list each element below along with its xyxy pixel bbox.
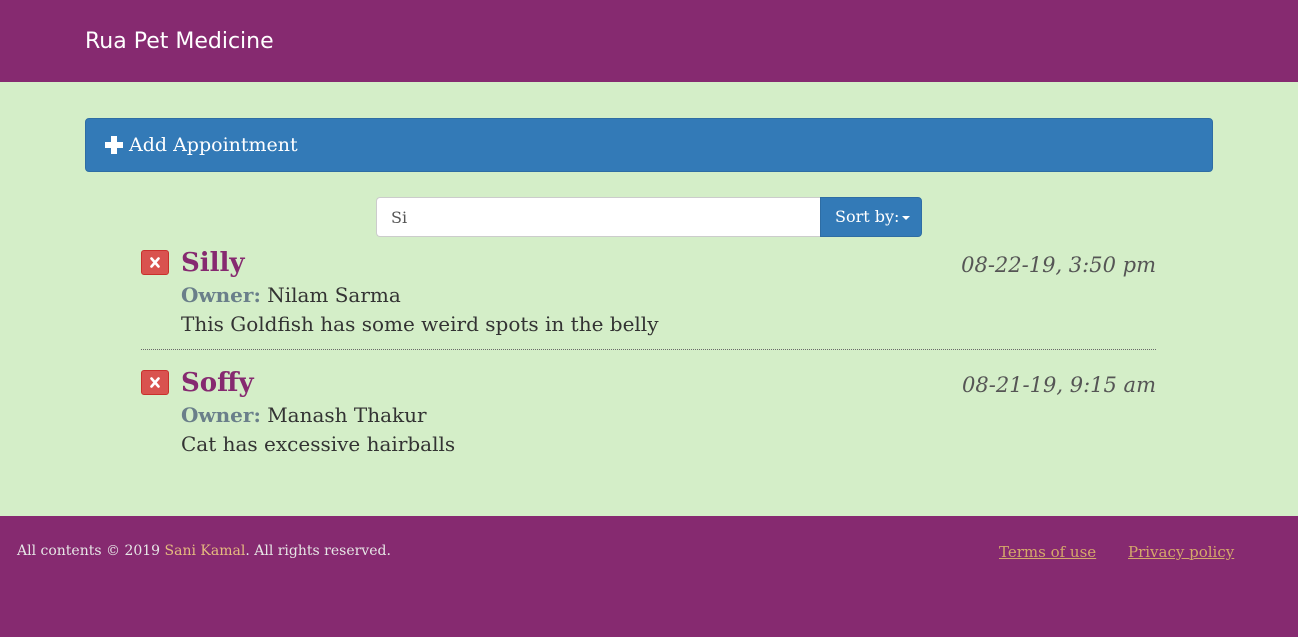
delete-button[interactable] (141, 250, 169, 275)
owner-name: Nilam Sarma (267, 283, 401, 307)
appointment-date: 08-21-19, 9:15 am (962, 373, 1156, 397)
plus-icon (105, 136, 123, 154)
appointment-date: 08-22-19, 3:50 pm (961, 253, 1156, 277)
search-bar: Sort by: (376, 197, 922, 237)
add-appointment-label: Add Appointment (129, 134, 298, 156)
terms-link[interactable]: Terms of use (999, 543, 1096, 561)
owner-name: Manash Thakur (267, 403, 427, 427)
appointment-notes: This Goldfish has some weird spots in th… (181, 312, 659, 336)
copyright-prefix: All contents © 2019 (17, 543, 165, 559)
navbar: Rua Pet Medicine (0, 0, 1298, 82)
search-input[interactable] (376, 197, 821, 237)
pet-name: Silly (181, 248, 245, 278)
footer: All contents © 2019 Sani Kamal. All righ… (0, 516, 1298, 637)
sort-by-label: Sort by: (835, 207, 900, 226)
add-appointment-button[interactable]: Add Appointment (85, 118, 1213, 172)
owner-line: Owner: Manash Thakur (181, 402, 427, 428)
pet-name: Soffy (181, 368, 254, 398)
author-link[interactable]: Sani Kamal (165, 543, 246, 559)
sort-by-button[interactable]: Sort by: (820, 197, 922, 237)
owner-label: Owner: (181, 283, 261, 307)
close-icon (150, 257, 160, 268)
appointment-item: Silly 08-22-19, 3:50 pm Owner: Nilam Sar… (141, 248, 1156, 350)
close-icon (150, 377, 160, 388)
privacy-link[interactable]: Privacy policy (1128, 543, 1234, 561)
brand-title[interactable]: Rua Pet Medicine (85, 28, 274, 56)
copyright-text: All contents © 2019 Sani Kamal. All righ… (17, 542, 391, 560)
appointment-item: Soffy 08-21-19, 9:15 am Owner: Manash Th… (141, 368, 1156, 468)
owner-line: Owner: Nilam Sarma (181, 282, 401, 308)
delete-button[interactable] (141, 370, 169, 395)
owner-label: Owner: (181, 403, 261, 427)
appointment-notes: Cat has excessive hairballs (181, 432, 456, 456)
copyright-suffix: . All rights reserved. (245, 543, 391, 559)
caret-down-icon (902, 215, 911, 220)
